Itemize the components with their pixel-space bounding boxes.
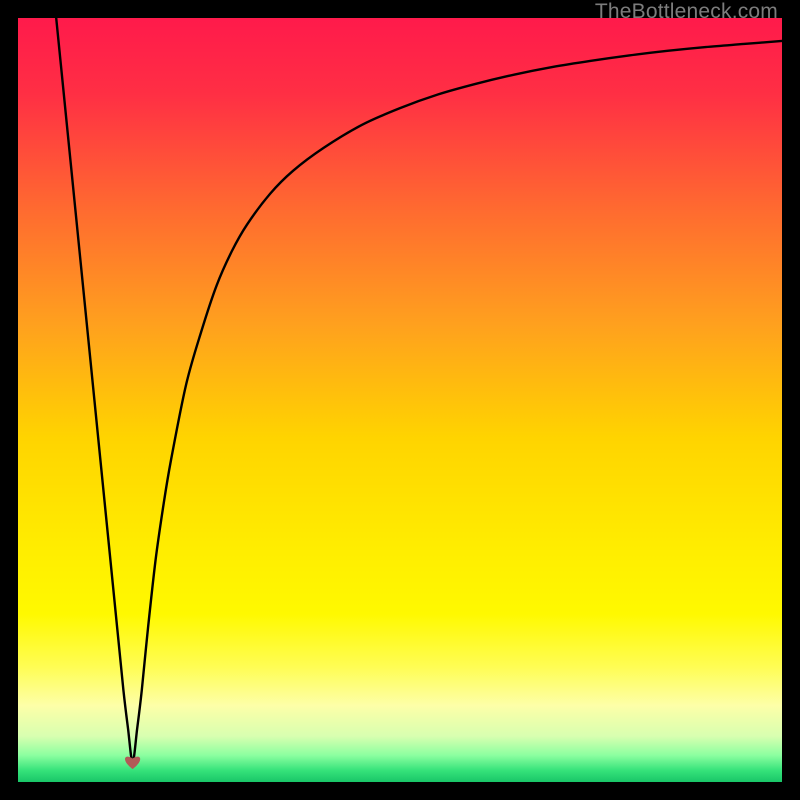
chart-frame [18, 18, 782, 782]
watermark-text: TheBottleneck.com [595, 0, 778, 24]
gradient-background [18, 18, 782, 782]
bottleneck-chart [18, 18, 782, 782]
